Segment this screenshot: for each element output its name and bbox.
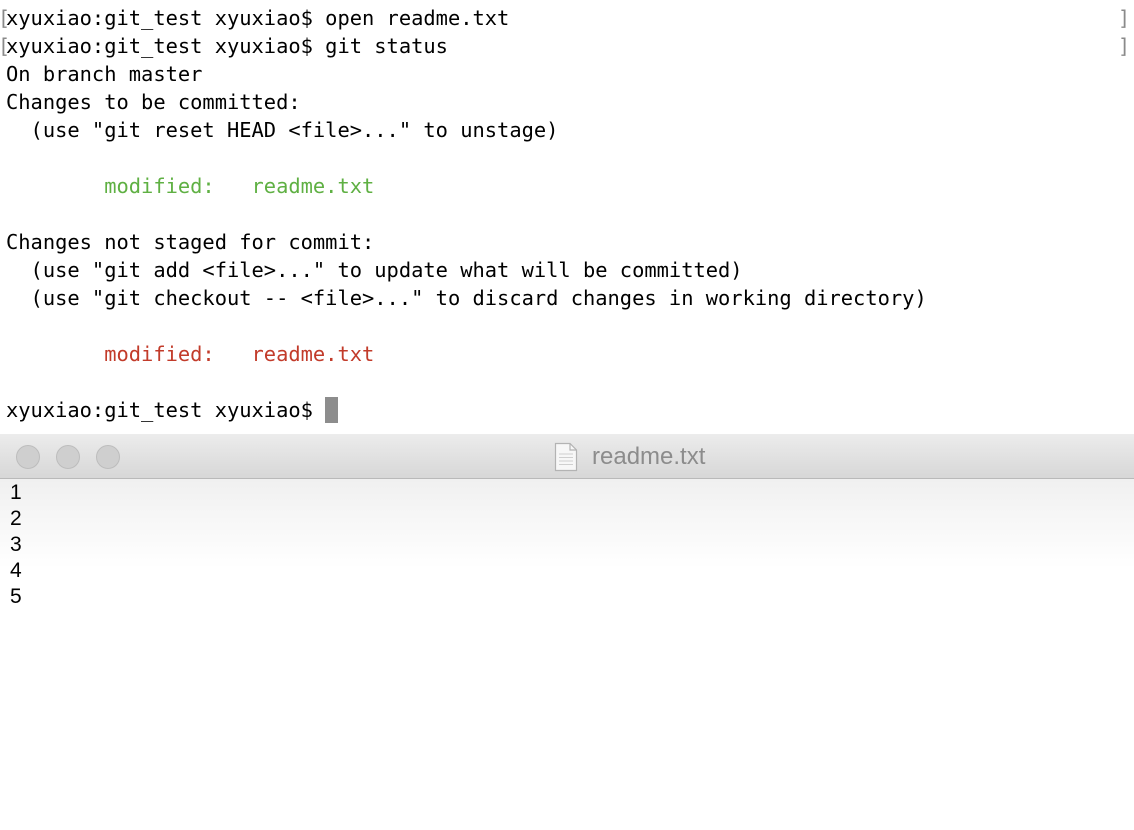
terminal-unstaged-hint-checkout: (use "git checkout -- <file>..." to disc…: [6, 286, 927, 310]
editor-titlebar[interactable]: readme.txt: [0, 434, 1134, 479]
terminal-staged-file: modified: readme.txt: [6, 174, 375, 198]
terminal-command-open: xyuxiao:git_test xyuxiao$ open readme.tx…: [6, 6, 510, 30]
document-line: 3: [10, 533, 22, 556]
window-title: readme.txt: [592, 443, 706, 470]
document-line: 2: [10, 507, 22, 530]
document-text-area[interactable]: 1 2 3 4 5: [10, 480, 1120, 610]
document-line: 5: [10, 585, 22, 608]
terminal-command-status: xyuxiao:git_test xyuxiao$ git status: [6, 34, 448, 58]
document-line: 4: [10, 559, 22, 582]
text-editor-window[interactable]: readme.txt 1 2 3 4 5: [0, 434, 1134, 830]
terminal-staged-header: Changes to be committed:: [6, 90, 301, 114]
terminal-branch-line: On branch master: [6, 62, 203, 86]
window-title-group: readme.txt: [554, 442, 705, 472]
terminal-staged-hint: (use "git reset HEAD <file>..." to unsta…: [6, 118, 559, 142]
terminal-prompt: xyuxiao:git_test xyuxiao$: [6, 398, 326, 422]
minimize-button[interactable]: [56, 445, 80, 469]
terminal-unstaged-header: Changes not staged for commit:: [6, 230, 375, 254]
document-line: 1: [10, 481, 22, 504]
terminal-cursor: [325, 397, 339, 423]
document-icon: [554, 442, 578, 472]
terminal-current-prompt-line[interactable]: xyuxiao:git_test xyuxiao$: [6, 396, 339, 424]
selection-mark-right: ]: [1117, 6, 1130, 30]
terminal-window[interactable]: [ ] [ ] xyuxiao:git_test xyuxiao$ open r…: [0, 0, 1134, 435]
terminal-unstaged-hint-add: (use "git add <file>..." to update what …: [6, 258, 743, 282]
screen: [ ] [ ] xyuxiao:git_test xyuxiao$ open r…: [0, 0, 1134, 830]
close-button[interactable]: [16, 445, 40, 469]
zoom-button[interactable]: [96, 445, 120, 469]
terminal-unstaged-file: modified: readme.txt: [6, 342, 375, 366]
selection-mark-right: ]: [1117, 34, 1130, 58]
